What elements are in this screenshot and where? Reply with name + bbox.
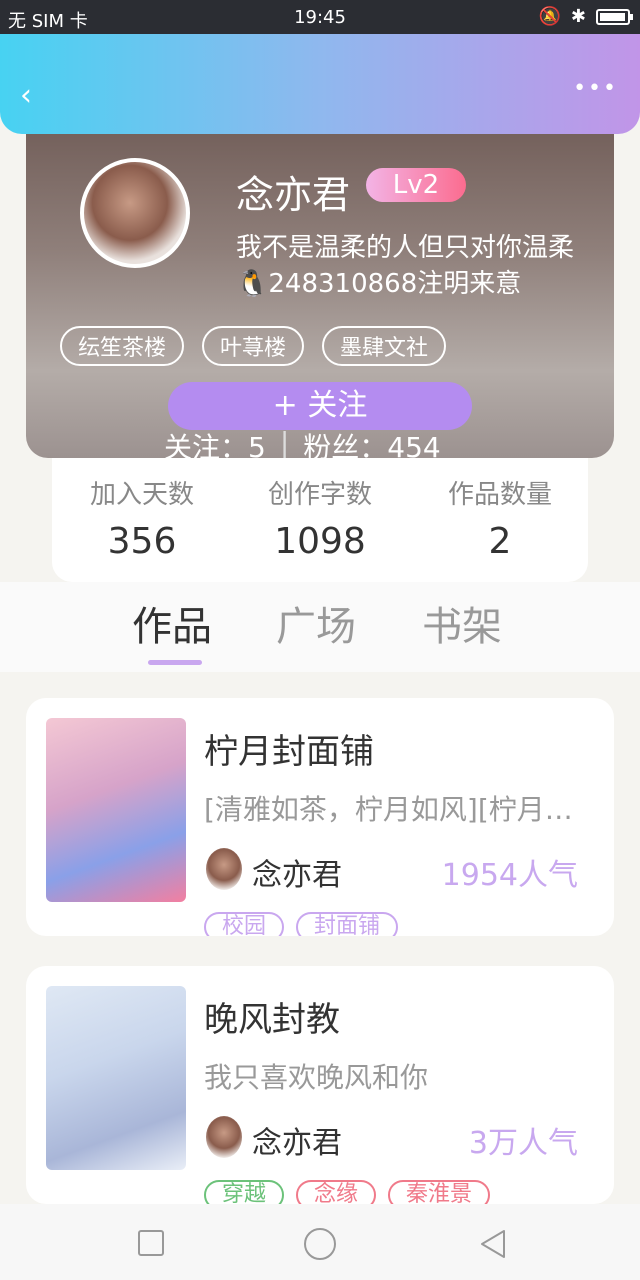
profile-tag[interactable]: 墨肆文社 (322, 326, 447, 366)
work-tag[interactable]: 念缘 (296, 1180, 377, 1204)
profile-card: 念亦君 Lv2 我不是温柔的人但只对你温柔 🐧248310868注明来意 纭笙茶… (26, 110, 614, 458)
recent-apps-icon[interactable] (138, 1230, 164, 1256)
stat-label: 作品数量 (447, 480, 552, 510)
work-card[interactable]: 柠月封面铺 [清雅如茶，柠月如风][柠月如风] 念亦君 1954人气 校园 封面… (26, 698, 614, 936)
tab-bookshelf[interactable]: 书架 (422, 594, 502, 652)
system-nav-bar (0, 1204, 640, 1280)
follow-counts: 关注：5 | 粉丝：454 (164, 426, 441, 458)
stat-value: 1098 (274, 521, 366, 562)
stat-works-count: 作品数量 2 (410, 474, 590, 562)
tab-bar: 作品 广场 书架 (0, 582, 640, 672)
work-tag[interactable]: 校园 (204, 912, 285, 936)
popularity: 3万人气 (468, 1126, 578, 1161)
home-icon[interactable] (304, 1228, 336, 1260)
back-triangle-icon[interactable] (478, 1228, 508, 1260)
fans-count[interactable]: 粉丝：454 (303, 426, 440, 458)
avatar[interactable] (80, 158, 190, 268)
stat-join-days: 加入天数 356 (52, 474, 232, 562)
author-name: 念亦君 (252, 1126, 342, 1161)
popularity: 1954人气 (441, 858, 578, 893)
work-description: [清雅如茶，柠月如风][柠月如风] (204, 793, 584, 826)
stat-value: 2 (488, 521, 512, 562)
mute-icon: 🔕 (538, 6, 561, 27)
following-count[interactable]: 关注：5 (164, 426, 266, 458)
work-tag[interactable]: 穿越 (204, 1180, 285, 1204)
work-title[interactable]: 晚风封教 (204, 992, 340, 1041)
follow-button[interactable]: + 关注 (168, 382, 472, 430)
work-description: 我只喜欢晚风和你 (204, 1061, 429, 1094)
battery-icon (596, 8, 633, 25)
bluetooth-icon: ✱ (570, 6, 586, 27)
profile-tag[interactable]: 纭笙茶楼 (60, 326, 185, 366)
bio-line-1: 我不是温柔的人但只对你温柔 (236, 233, 575, 263)
divider: | (279, 426, 290, 458)
stat-label: 创作字数 (267, 480, 372, 510)
work-card[interactable]: 晚风封教 我只喜欢晚风和你 念亦君 3万人气 穿越 念缘 秦淮景 (26, 966, 614, 1204)
more-dots-icon[interactable]: ••• (573, 76, 618, 101)
work-title[interactable]: 柠月封面铺 (204, 724, 374, 773)
book-cover[interactable] (46, 718, 186, 902)
username: 念亦君 (236, 173, 351, 217)
tab-plaza[interactable]: 广场 (276, 594, 356, 652)
back-chevron-icon[interactable]: ‹ (20, 78, 32, 113)
author-avatar (206, 1116, 242, 1158)
work-tags: 穿越 念缘 秦淮景 (204, 1180, 491, 1204)
tab-indicator (148, 660, 202, 665)
bio-line-2: 🐧248310868注明来意 (236, 269, 522, 299)
stats-card: 加入天数 356 创作字数 1098 作品数量 2 (52, 458, 588, 582)
profile-tags: 纭笙茶楼 叶荨楼 墨肆文社 (60, 326, 447, 366)
level-badge: Lv2 (366, 168, 466, 202)
bio: 我不是温柔的人但只对你温柔 🐧248310868注明来意 (236, 230, 574, 302)
work-tags: 校园 封面铺 (204, 912, 399, 936)
stat-word-count: 创作字数 1098 (230, 474, 410, 562)
work-tag[interactable]: 秦淮景 (388, 1180, 491, 1204)
status-icons: 🔕 ✱ (538, 6, 633, 27)
stat-value: 356 (107, 521, 177, 562)
work-tag[interactable]: 封面铺 (296, 912, 399, 936)
author-avatar (206, 848, 242, 890)
author-name: 念亦君 (252, 858, 342, 893)
status-bar: 无 SIM 卡 19:45 🔕 ✱ (0, 0, 640, 34)
profile-tag[interactable]: 叶荨楼 (202, 326, 305, 366)
tab-works[interactable]: 作品 (132, 594, 212, 652)
stat-label: 加入天数 (89, 480, 194, 510)
header-bar: ‹ ••• (0, 34, 640, 134)
book-cover[interactable] (46, 986, 186, 1170)
